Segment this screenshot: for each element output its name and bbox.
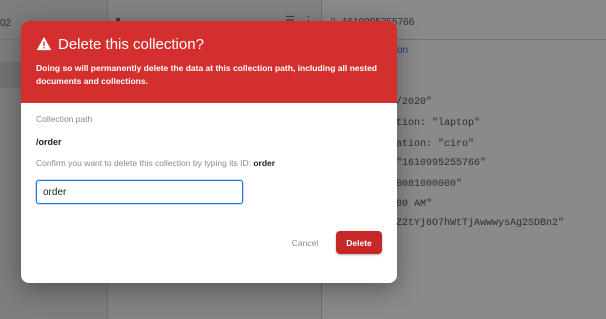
background-field: Z2tYj6O7hWtTjAwwwysAg2SDBn2" [396, 218, 565, 229]
dialog-header: Delete this collection? Doing so will pe… [21, 21, 397, 103]
collection-path-label: Collection path [36, 114, 93, 124]
background-root-label: 02 [0, 18, 12, 29]
background-field: "1610995255766" [396, 158, 487, 169]
collection-path-value: /order [36, 137, 62, 147]
background-field: 00 AM" [396, 199, 433, 210]
background-field: ation: "ciro" [396, 139, 475, 150]
confirm-instruction-text: Confirm you want to delete this collecti… [36, 158, 254, 168]
confirm-collection-id: order [253, 158, 276, 168]
delete-collection-dialog: Delete this collection? Doing so will pe… [21, 21, 397, 283]
background-field: /2020" [396, 97, 433, 108]
delete-button[interactable]: Delete [336, 231, 382, 254]
dialog-title: Delete this collection? [58, 36, 204, 53]
cancel-button[interactable]: Cancel [285, 233, 325, 253]
confirm-id-input[interactable] [36, 180, 243, 204]
confirm-instruction: Confirm you want to delete this collecti… [36, 158, 275, 168]
background-field: 0081000000" [396, 179, 463, 190]
dialog-description: Doing so will permanently delete the dat… [36, 63, 377, 86]
warning-icon [36, 36, 52, 51]
background-field: tion: "laptop" [396, 118, 481, 129]
